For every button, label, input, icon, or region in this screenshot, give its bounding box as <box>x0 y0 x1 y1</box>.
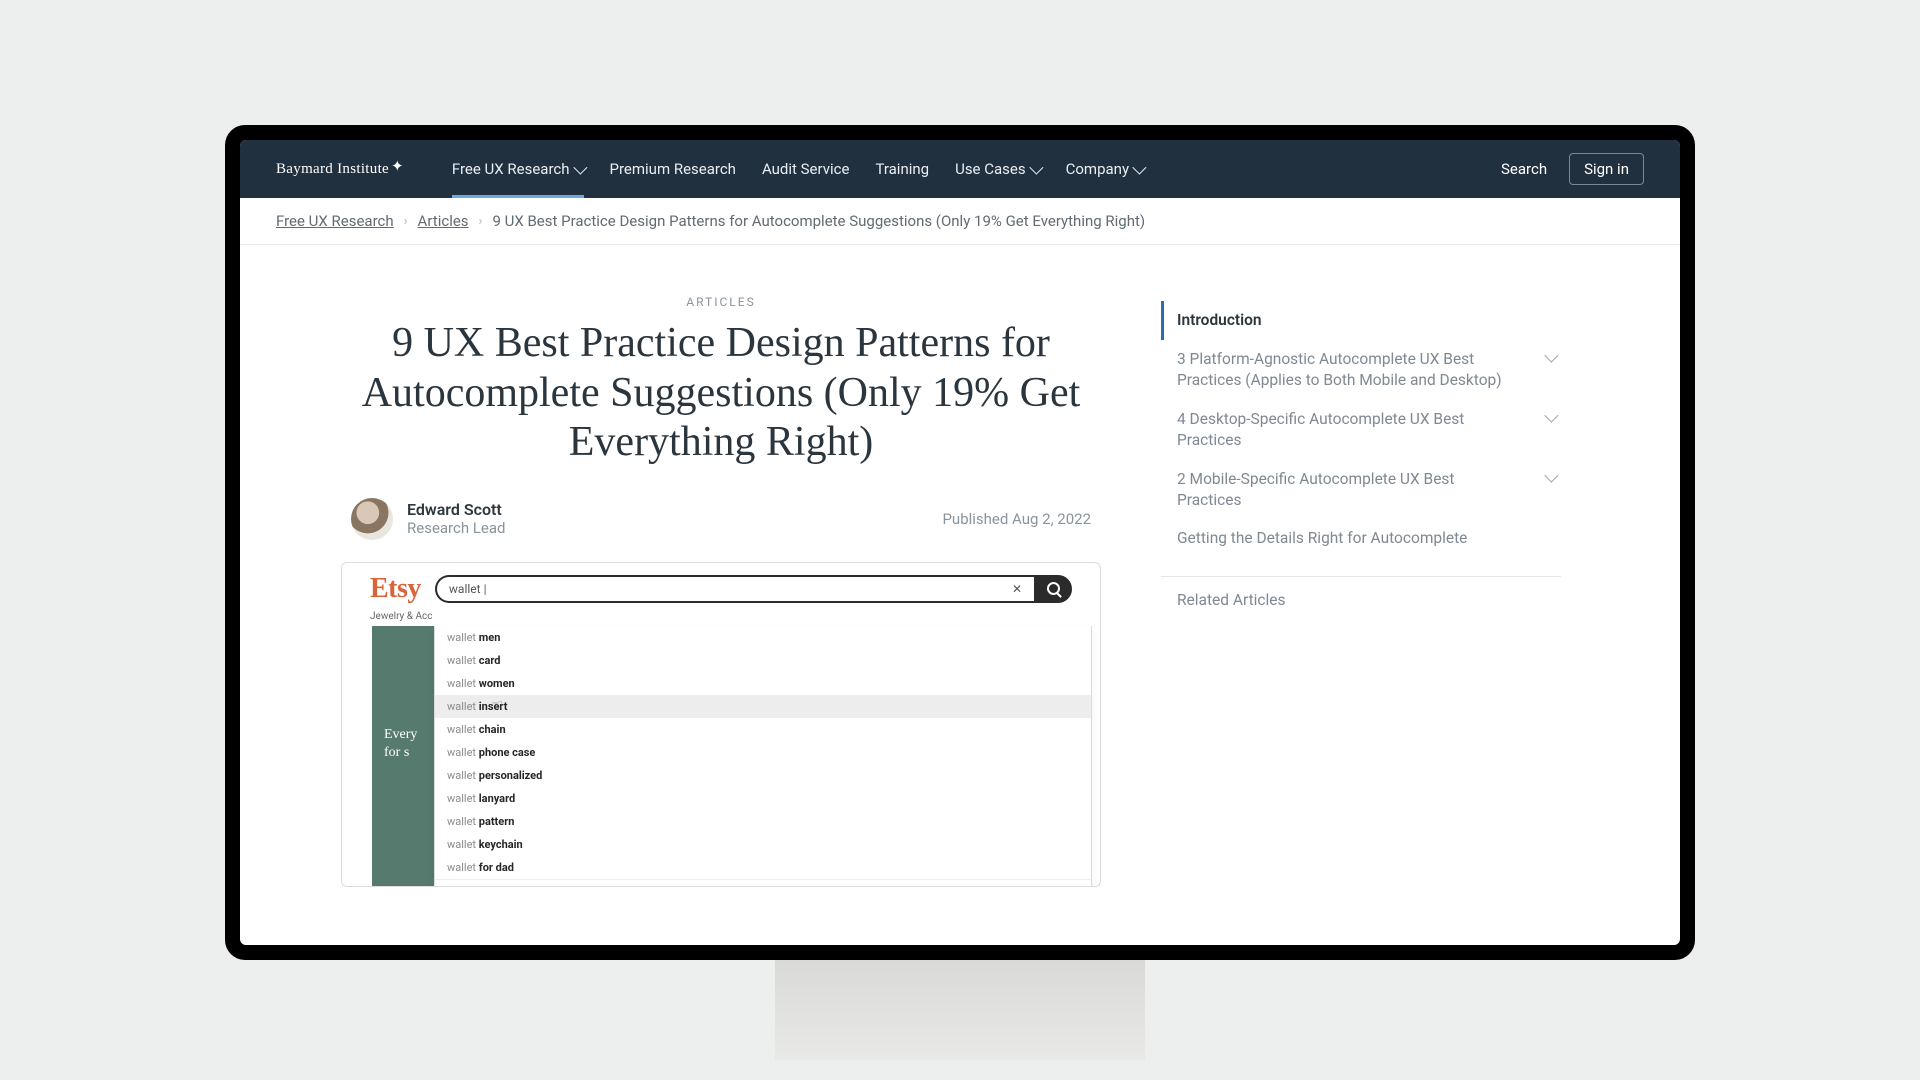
toc-item[interactable]: 4 Desktop-Specific Autocomplete UX Best … <box>1161 400 1561 460</box>
author-avatar <box>351 498 393 540</box>
breadcrumb-current: 9 UX Best Practice Design Patterns for A… <box>492 212 1145 230</box>
autocomplete-suggestion[interactable]: wallet insert☜ <box>435 695 1091 718</box>
publish-date: Published Aug 2, 2022 <box>942 510 1091 528</box>
promo-line: Every <box>384 726 440 744</box>
breadcrumb-link[interactable]: Free UX Research <box>276 212 394 230</box>
etsy-search-wrap: wallet | ✕ <box>435 575 1072 603</box>
author-role: Research Lead <box>407 519 505 537</box>
etsy-category-row: Jewelry & Acc <box>342 611 1100 626</box>
toc-label: Getting the Details Right for Autocomple… <box>1177 528 1467 549</box>
site-logo[interactable]: Baymard Institute ✦ <box>276 160 404 179</box>
etsy-search-button[interactable] <box>1034 575 1072 603</box>
etsy-body: Every for s wallet menwallet cardwallet … <box>342 626 1100 886</box>
breadcrumb-link[interactable]: Articles <box>418 212 469 230</box>
logo-text: Baymard Institute <box>276 161 389 178</box>
etsy-header: Etsy wallet | ✕ <box>342 563 1100 611</box>
article-title: 9 UX Best Practice Design Patterns for A… <box>341 319 1101 468</box>
autocomplete-suggestion[interactable]: wallet for dad <box>435 856 1091 879</box>
author-name: Edward Scott <box>407 500 505 519</box>
etsy-logo: Etsy <box>370 573 421 605</box>
article: ARTICLES 9 UX Best Practice Design Patte… <box>341 295 1101 945</box>
monitor-mockup: Baymard Institute ✦ Free UX ResearchPrem… <box>225 125 1695 1060</box>
nav-item[interactable]: Training <box>875 160 929 178</box>
logo-mark-icon: ✦ <box>391 157 404 176</box>
search-icon <box>1047 582 1060 595</box>
etsy-search-input[interactable]: wallet | ✕ <box>435 575 1034 603</box>
section-label: ARTICLES <box>341 295 1101 309</box>
breadcrumb: Free UX Research › Articles › 9 UX Best … <box>240 198 1680 245</box>
toc-item[interactable]: 2 Mobile-Specific Autocomplete UX Best P… <box>1161 460 1561 520</box>
autocomplete-dropdown: wallet menwallet cardwallet womenwallet … <box>434 626 1092 887</box>
autocomplete-suggestion[interactable]: wallet women <box>435 672 1091 695</box>
signin-button[interactable]: Sign in <box>1569 153 1644 185</box>
main-nav: Free UX ResearchPremium ResearchAudit Se… <box>452 160 1501 178</box>
autocomplete-suggestion[interactable]: wallet pattern <box>435 810 1091 833</box>
toc-label: 4 Desktop-Specific Autocomplete UX Best … <box>1177 409 1517 451</box>
chevron-down-icon <box>573 161 587 175</box>
toc-label: 2 Mobile-Specific Autocomplete UX Best P… <box>1177 469 1517 511</box>
screen-bezel: Baymard Institute ✦ Free UX ResearchPrem… <box>225 125 1695 960</box>
clear-icon[interactable]: ✕ <box>1012 582 1022 596</box>
chevron-right-icon: › <box>404 214 408 229</box>
nav-item[interactable]: Audit Service <box>762 160 850 178</box>
toc-label: Introduction <box>1177 310 1262 331</box>
header-right: Search Sign in <box>1501 153 1644 185</box>
related-articles-heading[interactable]: Related Articles <box>1161 591 1561 609</box>
chevron-down-icon <box>1544 408 1558 422</box>
autocomplete-suggestion[interactable]: wallet keychain <box>435 833 1091 856</box>
chevron-down-icon <box>1132 161 1146 175</box>
autocomplete-suggestion[interactable]: wallet card <box>435 649 1091 672</box>
autocomplete-suggestion[interactable]: wallet phone case <box>435 741 1091 764</box>
chevron-down-icon <box>1029 161 1043 175</box>
divider <box>1161 576 1561 577</box>
toc-item[interactable]: Introduction <box>1161 301 1561 340</box>
nav-item[interactable]: Premium Research <box>610 160 736 178</box>
table-of-contents: Introduction 3 Platform-Agnostic Autocomp… <box>1161 295 1561 945</box>
chevron-down-icon <box>1544 468 1558 482</box>
byline-left: Edward Scott Research Lead <box>351 498 505 540</box>
nav-item[interactable]: Use Cases <box>955 160 1040 178</box>
chevron-down-icon <box>1544 348 1558 362</box>
promo-line: for s <box>384 744 440 762</box>
cursor-icon: ☜ <box>491 698 503 713</box>
content-area: ARTICLES 9 UX Best Practice Design Patte… <box>240 245 1680 945</box>
autocomplete-suggestion[interactable]: wallet chain <box>435 718 1091 741</box>
autocomplete-suggestion[interactable]: wallet men <box>435 626 1091 649</box>
toc-item[interactable]: Getting the Details Right for Autocomple… <box>1161 519 1561 558</box>
site-header: Baymard Institute ✦ Free UX ResearchPrem… <box>240 140 1680 198</box>
chevron-right-icon: › <box>479 214 483 229</box>
toc-item[interactable]: 3 Platform-Agnostic Autocomplete UX Best… <box>1161 340 1561 400</box>
byline: Edward Scott Research Lead Published Aug… <box>351 498 1091 540</box>
search-link[interactable]: Search <box>1501 160 1547 178</box>
search-value: wallet | <box>449 582 487 596</box>
screen: Baymard Institute ✦ Free UX ResearchPrem… <box>240 140 1680 945</box>
example-screenshot: Etsy wallet | ✕ Jewelr <box>341 562 1101 887</box>
autocomplete-suggestion[interactable]: wallet personalized <box>435 764 1091 787</box>
toc-label: 3 Platform-Agnostic Autocomplete UX Best… <box>1177 349 1517 391</box>
autocomplete-footer[interactable]: find shop names containing "wallet "⊘ <box>435 879 1091 887</box>
monitor-stand <box>775 960 1145 1060</box>
autocomplete-suggestion[interactable]: wallet lanyard <box>435 787 1091 810</box>
nav-item[interactable]: Free UX Research <box>452 160 584 198</box>
nav-item[interactable]: Company <box>1066 160 1143 178</box>
